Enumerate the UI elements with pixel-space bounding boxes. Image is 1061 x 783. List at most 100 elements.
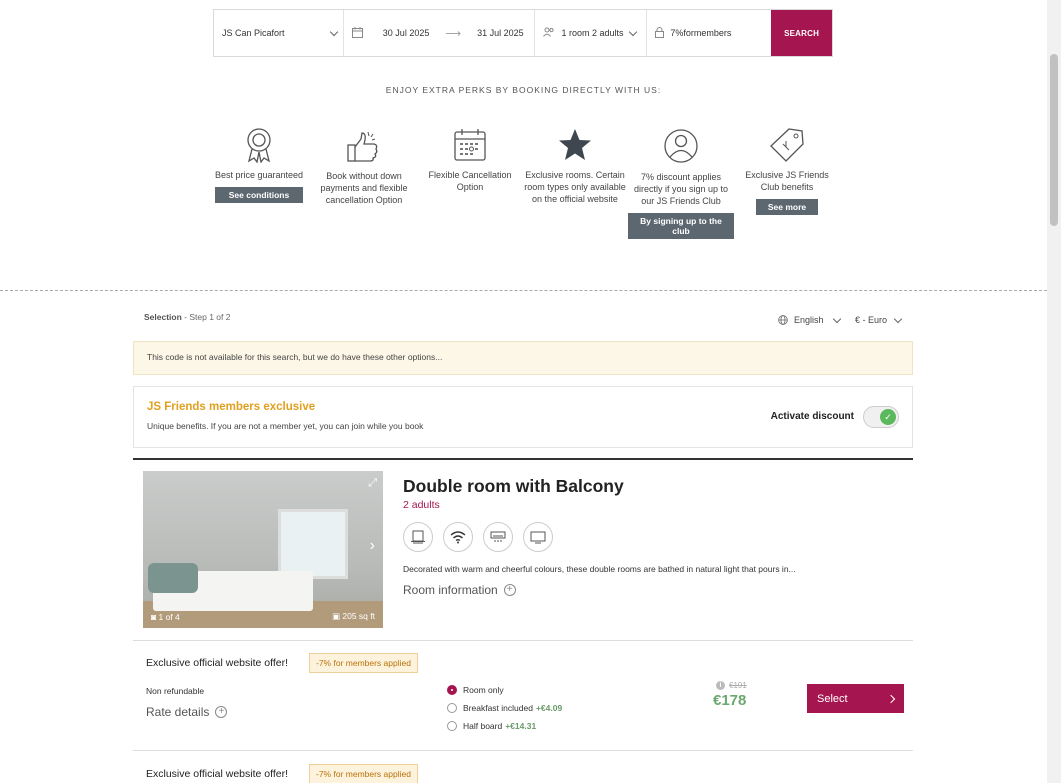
radio-selected[interactable] [447,685,457,695]
board-option-room-only[interactable]: Room only [447,685,504,695]
perk-no-down-payment: Book without down payments and flexible … [314,130,414,206]
chevron-down-icon [628,27,637,36]
promo-code-value: 7%formembers [670,28,732,38]
hotel-value: JS Can Picafort [222,28,285,38]
original-price: i €191 [716,681,747,690]
perk-text: Flexible Cancellation Option [428,170,512,192]
activate-discount-toggle[interactable]: ✓ [863,406,899,428]
star-icon [559,129,591,160]
radio-unselected[interactable] [447,703,457,713]
currency-value: € - Euro [855,315,888,325]
photo-count-value: 1 of 4 [158,612,180,622]
room-information-label: Room information [403,583,498,597]
arrow-right-icon: ⟶ [445,27,462,40]
guests-select[interactable]: 1 room 2 adults [535,10,648,56]
sign-up-club-button[interactable]: By signing up to the club [628,213,734,239]
perk-best-price: Best price guaranteed See conditions [209,127,309,203]
checkin-date: 30 Jul 2025 [382,28,430,38]
expand-icon[interactable]: ⤢ [368,477,377,490]
globe-icon [778,315,788,325]
radio-unselected[interactable] [447,721,457,731]
checkout-date: 31 Jul 2025 [477,28,524,38]
tv-icon [523,522,553,552]
current-price: €178 [713,692,747,709]
lock-icon [655,26,665,40]
room-photo[interactable]: ⤢ › ◙ 1 of 4 ▣ 205 sq ft [143,471,383,628]
hotel-select[interactable]: JS Can Picafort [214,10,344,56]
board-option-half-board[interactable]: Half board +€14.31 [447,721,536,731]
perks-title: ENJOY EXTRA PERKS BY BOOKING DIRECTLY WI… [385,85,662,95]
room-divider [133,458,913,460]
language-selector[interactable]: English [778,314,841,325]
room-photo-window [278,509,348,579]
room-information-link[interactable]: Room information + [403,583,516,597]
members-subtitle: Unique benefits. If you are not a member… [147,421,424,431]
board-option-label: Breakfast included [463,703,533,713]
page-scrollbar[interactable] [1047,0,1061,783]
perk-text: Exclusive JS Friends Club benefits [745,170,829,192]
camera-icon: ◙ [151,612,157,622]
calendar-icon [351,26,363,40]
step-label: Selection [144,312,182,322]
air-conditioning-icon [483,522,513,552]
room-occupancy: 2 adults [403,499,440,511]
search-button[interactable]: SEARCH [771,10,832,56]
tag-icon [770,128,804,162]
currency-selector[interactable]: € - Euro [855,314,903,325]
room-size: ▣ 205 sq ft [332,611,375,622]
rate-policy: Non refundable [146,686,205,696]
guests-value: 1 room 2 adults [561,28,624,38]
thumbs-up-icon [347,131,378,162]
step-text: - Step 1 of 2 [181,312,231,322]
activate-discount-label: Activate discount [770,411,854,422]
see-more-button[interactable]: See more [755,199,819,215]
photo-counter: ◙ 1 of 4 [151,612,180,622]
info-icon[interactable]: i [716,681,725,690]
guests-icon [543,27,555,39]
wifi-icon [443,522,473,552]
see-conditions-button[interactable]: See conditions [214,187,304,203]
date-picker[interactable]: 30 Jul 2025 ⟶ 31 Jul 2025 [344,10,536,56]
room-title: Double room with Balcony [403,476,624,496]
perk-text: Book without down payments and flexible … [320,171,408,205]
room-description: Decorated with warm and cheerful colours… [403,564,796,574]
perk-text: Exclusive rooms. Certain room types only… [524,170,626,204]
calendar-icon [454,129,486,161]
section-divider [0,290,1047,291]
rate-details-link[interactable]: Rate details + [146,705,228,719]
members-panel: JS Friends members exclusive Unique bene… [133,386,913,448]
minibar-icon [403,522,433,552]
language-value: English [794,315,824,325]
promo-code-notice: This code is not available for this sear… [133,341,913,375]
board-option-label: Half board [463,721,503,731]
room-photo-pillow [148,563,198,593]
chevron-down-icon [329,27,339,36]
chevron-right-icon [886,694,896,703]
room-size-value: 205 sq ft [342,611,375,621]
promo-code-field[interactable]: 7%formembers [647,10,771,56]
rate-divider [133,640,913,641]
next-photo-icon[interactable]: › [370,537,375,555]
rate-offer-title: Exclusive official website offer! [146,768,289,780]
rate-divider [133,750,913,751]
step-indicator: Selection - Step 1 of 2 [144,312,230,322]
chevron-down-icon [893,314,903,323]
board-option-label: Room only [463,685,504,695]
scrollbar-thumb[interactable] [1050,54,1058,226]
plus-circle-icon: + [503,584,516,596]
perk-flexible-cancellation: Flexible Cancellation Option [420,127,520,193]
board-option-breakfast[interactable]: Breakfast included +€4.09 [447,703,562,713]
member-discount-badge: -7% for members applied [309,764,418,783]
perk-exclusive-rooms: Exclusive rooms. Certain room types only… [522,127,628,205]
rate-offer-title: Exclusive official website offer! [146,657,289,669]
perk-text: 7% discount applies directly if you sign… [633,172,729,206]
board-option-extra: +€14.31 [505,721,537,731]
select-rate-button[interactable]: Select [807,684,904,713]
check-icon: ✓ [880,409,896,425]
perk-discount-club: 7% discount applies directly if you sign… [628,127,734,239]
plus-circle-icon: + [215,706,228,718]
user-icon [664,129,698,163]
perk-text: Best price guaranteed [214,170,304,180]
select-label: Select [817,692,848,705]
original-price-value: €191 [729,681,747,690]
